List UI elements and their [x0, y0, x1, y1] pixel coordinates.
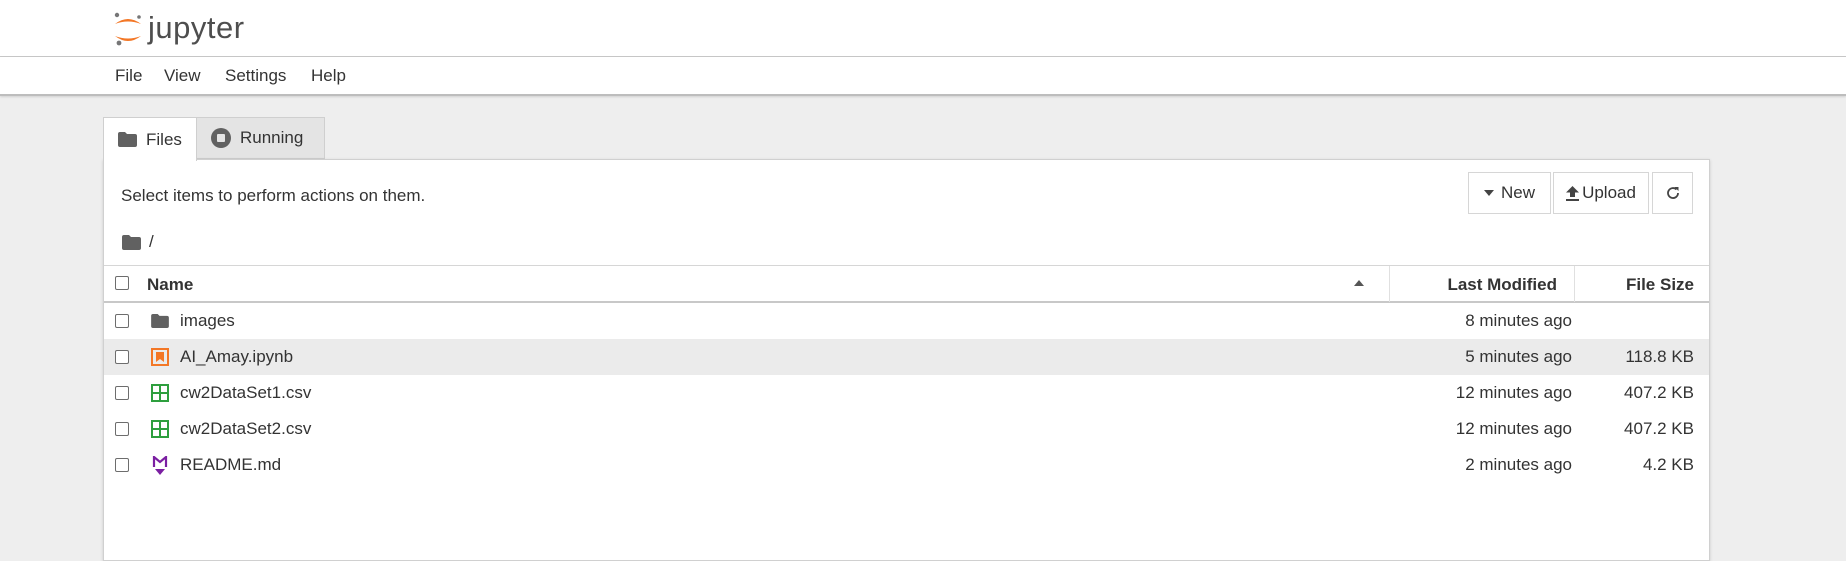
- file-name[interactable]: AI_Amay.ipynb: [180, 347, 293, 367]
- breadcrumb: /: [122, 232, 154, 252]
- menu-help[interactable]: Help: [311, 66, 346, 86]
- notebook-icon: [151, 348, 169, 366]
- column-divider: [1389, 266, 1390, 302]
- table-row[interactable]: AI_Amay.ipynb 5 minutes ago 118.8 KB: [104, 339, 1709, 375]
- column-divider: [1574, 266, 1575, 302]
- new-button-label: New: [1500, 183, 1535, 202]
- row-checkbox[interactable]: [115, 314, 129, 328]
- caret-down-icon: [1483, 190, 1494, 196]
- file-modified: 5 minutes ago: [1465, 347, 1572, 366]
- tab-running[interactable]: Running: [197, 117, 325, 159]
- spreadsheet-icon: [151, 420, 169, 438]
- table-row[interactable]: README.md 2 minutes ago 4.2 KB: [104, 447, 1709, 483]
- spreadsheet-icon: [151, 384, 169, 402]
- refresh-button[interactable]: [1652, 172, 1693, 214]
- jupyter-logo[interactable]: jupyter: [112, 8, 245, 48]
- tab-files[interactable]: Files: [103, 117, 197, 161]
- row-checkbox[interactable]: [115, 386, 129, 400]
- stop-circle-icon: [211, 128, 231, 148]
- file-size: 407.2 KB: [1624, 419, 1694, 438]
- jupyter-logo-icon: [114, 12, 141, 46]
- selection-hint: Select items to perform actions on them.: [121, 186, 426, 205]
- menu-bar: File View Settings Help: [0, 57, 1846, 96]
- app-name: jupyter: [148, 10, 245, 45]
- folder-icon: [151, 312, 169, 330]
- row-checkbox[interactable]: [115, 422, 129, 436]
- table-row[interactable]: cw2DataSet1.csv 12 minutes ago 407.2 KB: [104, 375, 1709, 411]
- upload-button[interactable]: Upload: [1553, 172, 1649, 214]
- menu-file[interactable]: File: [115, 66, 142, 86]
- column-header-size[interactable]: File Size: [1626, 275, 1694, 295]
- file-name[interactable]: cw2DataSet2.csv: [180, 419, 311, 439]
- file-size: 4.2 KB: [1642, 455, 1694, 474]
- file-modified: 8 minutes ago: [1465, 311, 1572, 330]
- file-name[interactable]: images: [180, 311, 235, 331]
- folder-icon: [118, 132, 137, 147]
- top-bar: jupyter: [0, 0, 1846, 57]
- row-checkbox[interactable]: [115, 350, 129, 364]
- file-modified: 12 minutes ago: [1455, 383, 1572, 402]
- upload-icon: [1566, 185, 1580, 201]
- sort-ascending-icon[interactable]: [1354, 280, 1364, 286]
- breadcrumb-root[interactable]: /: [149, 232, 154, 252]
- column-header-modified[interactable]: Last Modified: [1447, 275, 1557, 295]
- tab-running-label: Running: [240, 128, 304, 147]
- home-folder-icon[interactable]: [122, 234, 141, 250]
- upload-button-label: Upload: [1582, 183, 1636, 202]
- menu-view[interactable]: View: [164, 66, 201, 86]
- select-all-checkbox[interactable]: [115, 276, 129, 290]
- tab-files-label: Files: [146, 129, 182, 149]
- file-modified: 2 minutes ago: [1465, 455, 1572, 474]
- column-header-name[interactable]: Name: [147, 275, 193, 295]
- new-button[interactable]: New: [1468, 172, 1551, 214]
- file-modified: 12 minutes ago: [1455, 419, 1572, 438]
- markdown-icon: [151, 456, 169, 475]
- table-header: Name Last Modified File Size: [104, 265, 1709, 303]
- refresh-icon: [1666, 187, 1679, 199]
- file-size: 407.2 KB: [1624, 383, 1694, 402]
- table-row[interactable]: cw2DataSet2.csv 12 minutes ago 407.2 KB: [104, 411, 1709, 447]
- row-checkbox[interactable]: [115, 458, 129, 472]
- table-row[interactable]: images 8 minutes ago: [104, 303, 1709, 339]
- file-name[interactable]: README.md: [180, 455, 281, 475]
- file-name[interactable]: cw2DataSet1.csv: [180, 383, 311, 403]
- file-browser-panel: Select items to perform actions on them.…: [103, 159, 1710, 561]
- menu-settings[interactable]: Settings: [225, 66, 286, 86]
- file-size: 118.8 KB: [1625, 347, 1694, 366]
